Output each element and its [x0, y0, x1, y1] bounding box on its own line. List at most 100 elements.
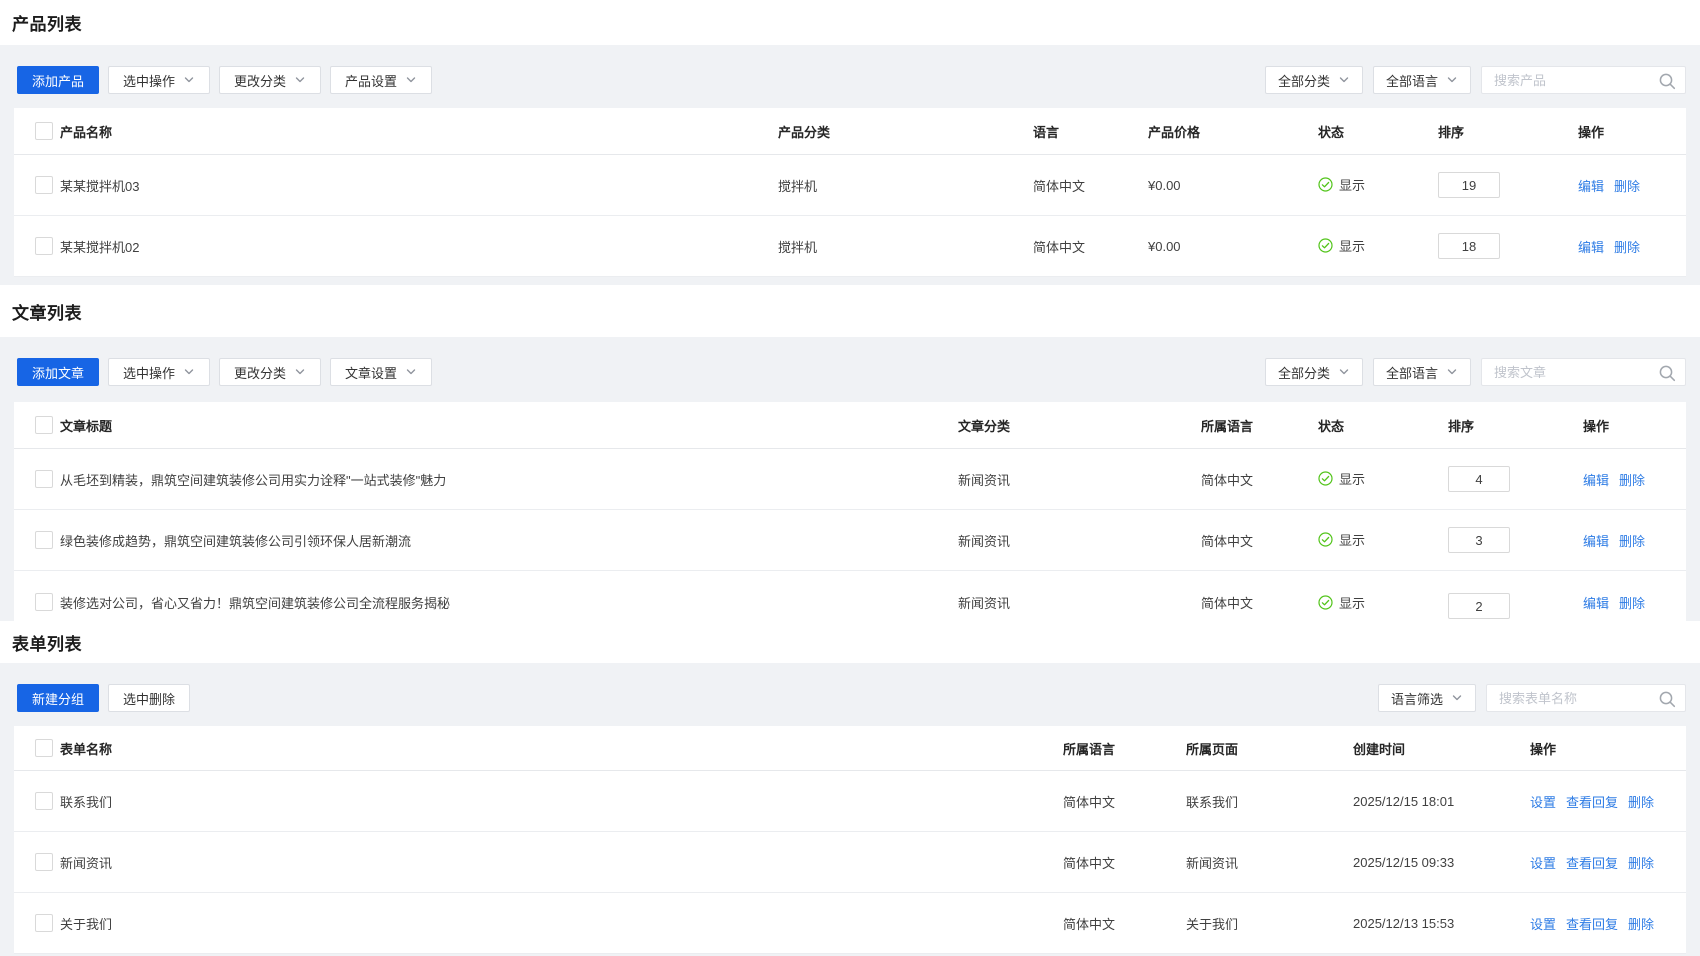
delete-link[interactable]: 删除	[1628, 856, 1654, 871]
status-badge: 显示	[1318, 469, 1365, 488]
column-header-page: 所属页面	[1170, 739, 1337, 758]
delete-link[interactable]: 删除	[1619, 473, 1645, 488]
sort-order-input[interactable]	[1448, 466, 1510, 492]
product-language-filter-label: 全部语言	[1386, 71, 1438, 90]
products-filters: 全部分类 全部语言	[1255, 66, 1686, 94]
column-header-status: 状态	[1302, 416, 1432, 435]
article-search-box	[1481, 358, 1686, 386]
form-language: 简体中文	[1047, 792, 1170, 811]
form-name: 联系我们	[60, 792, 1047, 811]
delete-selected-button[interactable]: 选中删除	[108, 684, 190, 712]
add-product-button[interactable]: 添加产品	[17, 66, 99, 94]
row-checkbox[interactable]	[35, 914, 53, 932]
product-name: 某某搅拌机03	[60, 176, 762, 195]
check-circle-icon	[1318, 532, 1333, 547]
row-checkbox[interactable]	[35, 531, 53, 549]
settings-link[interactable]: 设置	[1530, 856, 1556, 871]
products-table: 产品名称 产品分类 语言 产品价格 状态 排序 操作 某某搅拌机03 搅拌机 简…	[14, 108, 1686, 277]
form-language-filter-dropdown[interactable]: 语言筛选	[1378, 684, 1476, 712]
sort-order-input[interactable]	[1438, 172, 1500, 198]
delete-link[interactable]: 删除	[1619, 534, 1645, 549]
select-all-checkbox[interactable]	[35, 416, 53, 434]
form-language-filter-label: 语言筛选	[1391, 689, 1443, 708]
articles-section: 添加文章 选中操作 更改分类 文章设置 全部分类 全部语言	[0, 337, 1700, 621]
edit-link[interactable]: 编辑	[1578, 240, 1604, 255]
status-badge: 显示	[1318, 175, 1365, 194]
chevron-down-icon	[294, 74, 306, 86]
new-group-button[interactable]: 新建分组	[17, 684, 99, 712]
delete-link[interactable]: 删除	[1614, 240, 1640, 255]
product-category-filter-dropdown[interactable]: 全部分类	[1265, 66, 1363, 94]
article-language-filter-label: 全部语言	[1386, 363, 1438, 382]
form-page: 联系我们	[1170, 792, 1337, 811]
search-icon[interactable]	[1658, 364, 1677, 383]
forms-header-row: 表单名称 所属语言 所属页面 创建时间 操作	[14, 726, 1686, 771]
column-header-title: 文章标题	[60, 416, 942, 435]
product-change-category-dropdown[interactable]: 更改分类	[219, 66, 321, 94]
article-language: 简体中文	[1185, 470, 1302, 489]
column-header-category: 产品分类	[762, 122, 1017, 141]
article-row: 绿色装修成趋势，鼎筑空间建筑装修公司引领环保人居新潮流 新闻资讯 简体中文 显示…	[14, 510, 1686, 571]
product-settings-label: 产品设置	[345, 71, 397, 90]
article-settings-dropdown[interactable]: 文章设置	[330, 358, 432, 386]
edit-link[interactable]: 编辑	[1583, 596, 1609, 611]
chevron-down-icon	[294, 366, 306, 378]
add-article-button[interactable]: 添加文章	[17, 358, 99, 386]
sort-order-input[interactable]	[1448, 593, 1510, 619]
article-category-filter-dropdown[interactable]: 全部分类	[1265, 358, 1363, 386]
products-title-block: 产品列表	[0, 0, 1700, 45]
column-header-language: 所属语言	[1185, 416, 1302, 435]
edit-link[interactable]: 编辑	[1583, 534, 1609, 549]
column-header-operations: 操作	[1562, 122, 1686, 141]
chevron-down-icon	[183, 74, 195, 86]
row-checkbox[interactable]	[35, 237, 53, 255]
status-label: 显示	[1339, 236, 1365, 255]
product-settings-dropdown[interactable]: 产品设置	[330, 66, 432, 94]
article-category: 新闻资讯	[942, 593, 1185, 612]
form-created-time: 2025/12/15 09:33	[1337, 855, 1514, 870]
edit-link[interactable]: 编辑	[1583, 473, 1609, 488]
article-bulk-actions-dropdown[interactable]: 选中操作	[108, 358, 210, 386]
column-header-operations: 操作	[1567, 416, 1686, 435]
row-checkbox[interactable]	[35, 470, 53, 488]
row-checkbox[interactable]	[35, 593, 53, 611]
chevron-down-icon	[405, 74, 417, 86]
sort-order-input[interactable]	[1438, 233, 1500, 259]
row-checkbox[interactable]	[35, 176, 53, 194]
column-header-price: 产品价格	[1132, 122, 1302, 141]
chevron-down-icon	[1338, 74, 1350, 86]
article-change-category-dropdown[interactable]: 更改分类	[219, 358, 321, 386]
status-label: 显示	[1339, 469, 1365, 488]
row-checkbox[interactable]	[35, 853, 53, 871]
articles-toolbar: 添加文章 选中操作 更改分类 文章设置 全部分类 全部语言	[14, 358, 1686, 386]
settings-link[interactable]: 设置	[1530, 917, 1556, 932]
product-language-filter-dropdown[interactable]: 全部语言	[1373, 66, 1471, 94]
chevron-down-icon	[1338, 366, 1350, 378]
product-bulk-actions-dropdown[interactable]: 选中操作	[108, 66, 210, 94]
settings-link[interactable]: 设置	[1530, 795, 1556, 810]
view-replies-link[interactable]: 查看回复	[1566, 795, 1618, 810]
product-price: ¥0.00	[1132, 239, 1302, 254]
search-icon[interactable]	[1658, 72, 1677, 91]
article-language-filter-dropdown[interactable]: 全部语言	[1373, 358, 1471, 386]
select-all-checkbox[interactable]	[35, 739, 53, 757]
sort-order-input[interactable]	[1448, 527, 1510, 553]
delete-link[interactable]: 删除	[1628, 795, 1654, 810]
products-page-title: 产品列表	[12, 10, 82, 35]
delete-link[interactable]: 删除	[1628, 917, 1654, 932]
chevron-down-icon	[405, 366, 417, 378]
row-checkbox[interactable]	[35, 792, 53, 810]
articles-table: 文章标题 文章分类 所属语言 状态 排序 操作 从毛坯到精装，鼎筑空间建筑装修公…	[14, 402, 1686, 646]
view-replies-link[interactable]: 查看回复	[1566, 856, 1618, 871]
delete-link[interactable]: 删除	[1614, 179, 1640, 194]
select-all-checkbox[interactable]	[35, 122, 53, 140]
column-header-language: 语言	[1017, 122, 1132, 141]
products-toolbar: 添加产品 选中操作 更改分类 产品设置 全部分类 全部语言	[14, 66, 1686, 94]
edit-link[interactable]: 编辑	[1578, 179, 1604, 194]
check-circle-icon	[1318, 595, 1333, 610]
view-replies-link[interactable]: 查看回复	[1566, 917, 1618, 932]
search-icon[interactable]	[1658, 690, 1677, 709]
form-language: 简体中文	[1047, 853, 1170, 872]
delete-link[interactable]: 删除	[1619, 596, 1645, 611]
product-category-filter-label: 全部分类	[1278, 71, 1330, 90]
